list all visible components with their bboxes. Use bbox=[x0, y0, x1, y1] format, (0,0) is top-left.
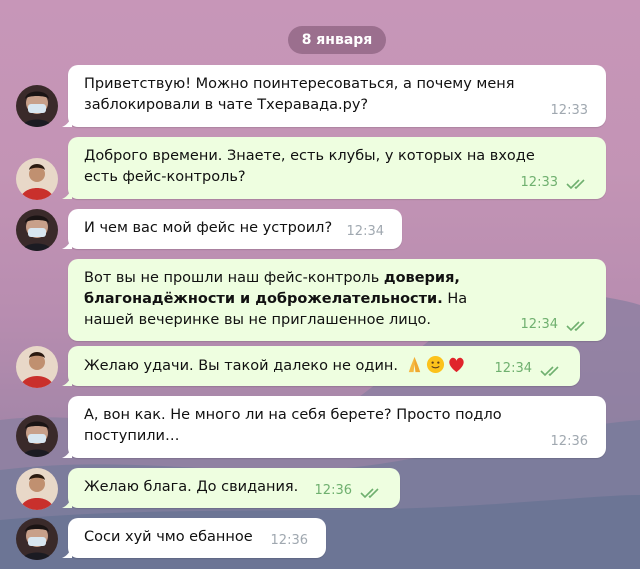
message-time: 12:34 bbox=[494, 361, 532, 376]
double-check-icon bbox=[566, 321, 585, 332]
masked-user-avatar-icon bbox=[16, 209, 58, 251]
folded-hands-icon bbox=[408, 356, 420, 373]
message-time: 12:36 bbox=[550, 434, 588, 449]
date-separator: 8 января bbox=[288, 26, 386, 54]
masked-user-avatar-icon bbox=[16, 85, 58, 127]
admin-avatar-icon bbox=[16, 346, 58, 388]
message-text-part: Вот вы не прошли наш фейс-контроль bbox=[84, 270, 384, 286]
avatar-admin[interactable] bbox=[16, 468, 58, 510]
message-time: 12:36 bbox=[270, 533, 308, 548]
message-outgoing[interactable]: Вот вы не прошли наш фейс-контроль довер… bbox=[68, 259, 606, 341]
slightly-smiling-face-icon bbox=[426, 355, 444, 374]
bubble-tail bbox=[62, 187, 72, 199]
admin-avatar-icon bbox=[16, 158, 58, 200]
bubble-tail bbox=[62, 546, 72, 558]
message-text: Вот вы не прошли наш фейс-контроль довер… bbox=[84, 268, 504, 331]
message-outgoing[interactable]: Доброго времени. Знаете, есть клубы, у к… bbox=[62, 137, 606, 199]
message-text: А, вон как. Не много ли на себя берете? … bbox=[84, 407, 502, 444]
message-incoming[interactable]: Соси хуй чмо ебанное 12:36 bbox=[62, 518, 326, 558]
message-time: 12:33 bbox=[520, 175, 558, 190]
bubble-tail bbox=[62, 446, 72, 458]
avatar-sender[interactable] bbox=[16, 518, 58, 560]
avatar-sender[interactable] bbox=[16, 209, 58, 251]
double-check-icon bbox=[566, 179, 585, 190]
message-time: 12:36 bbox=[314, 483, 352, 498]
message-text-part: Желаю удачи. Вы такой далеко не один. bbox=[84, 358, 403, 374]
message-incoming[interactable]: Приветствую! Можно поинтересоваться, а п… bbox=[62, 65, 606, 127]
message-incoming[interactable]: И чем вас мой фейс не устроил? 12:34 bbox=[62, 209, 402, 249]
masked-user-avatar-icon bbox=[16, 518, 58, 560]
message-incoming[interactable]: А, вон как. Не много ли на себя берете? … bbox=[62, 396, 606, 458]
message-text: И чем вас мой фейс не устроил? bbox=[84, 220, 333, 236]
message-outgoing[interactable]: Желаю блага. До свидания. 12:36 bbox=[62, 468, 400, 508]
bubble-tail bbox=[62, 115, 72, 127]
bubble-tail bbox=[62, 496, 72, 508]
bubble-tail bbox=[62, 237, 72, 249]
avatar-admin[interactable] bbox=[16, 346, 58, 388]
message-text: Доброго времени. Знаете, есть клубы, у к… bbox=[84, 148, 535, 185]
message-outgoing[interactable]: Желаю удачи. Вы такой далеко не один. 12… bbox=[62, 346, 580, 386]
message-time: 12:34 bbox=[520, 317, 558, 332]
masked-user-avatar-icon bbox=[16, 415, 58, 457]
bubble-tail bbox=[62, 374, 72, 386]
avatar-admin[interactable] bbox=[16, 158, 58, 200]
double-check-icon bbox=[360, 488, 379, 499]
avatar-sender[interactable] bbox=[16, 85, 58, 127]
double-check-icon bbox=[540, 366, 559, 377]
admin-avatar-icon bbox=[16, 468, 58, 510]
message-time: 12:34 bbox=[346, 224, 384, 239]
avatar-sender[interactable] bbox=[16, 415, 58, 457]
message-text: Приветствую! Можно поинтересоваться, а п… bbox=[84, 76, 515, 113]
red-heart-icon bbox=[448, 357, 464, 373]
message-time: 12:33 bbox=[550, 103, 588, 118]
